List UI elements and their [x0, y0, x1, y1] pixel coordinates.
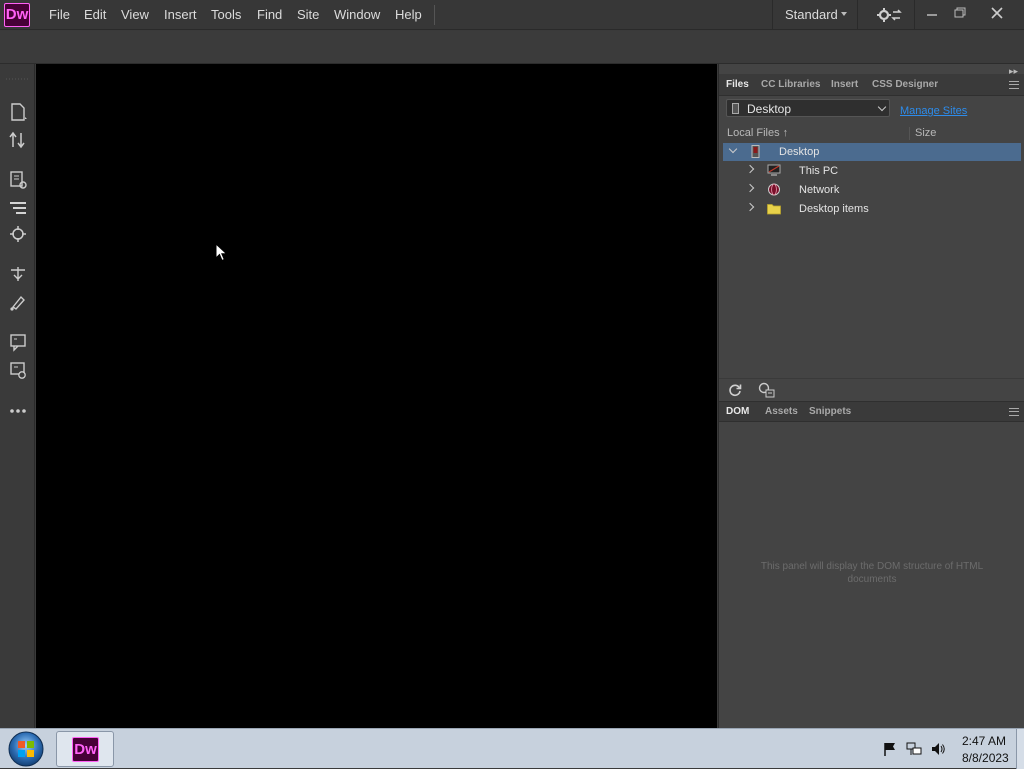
- tab-css-designer[interactable]: CSS Designer: [872, 79, 938, 90]
- menu-divider: [914, 0, 915, 30]
- tree-item-label: Desktop items: [799, 203, 869, 215]
- restore-icon[interactable]: [949, 4, 971, 22]
- desktop-icon: [732, 103, 739, 114]
- action-center-flag-icon[interactable]: [882, 741, 898, 757]
- menu-file[interactable]: File: [49, 7, 70, 22]
- menu-insert[interactable]: Insert: [164, 7, 197, 22]
- tree-item-this-pc[interactable]: This PC: [723, 162, 1021, 180]
- taskbar-dreamweaver-button[interactable]: Dw: [56, 731, 114, 767]
- column-divider: [909, 127, 910, 140]
- panel-menu-icon[interactable]: [1009, 81, 1019, 89]
- menu-find[interactable]: Find: [257, 7, 282, 22]
- files-panel-tabs: Files CC Libraries Insert CSS Designer: [719, 74, 1024, 96]
- code-format-icon[interactable]: [8, 198, 28, 218]
- workspace-switcher[interactable]: Standard: [772, 0, 858, 30]
- clock-time[interactable]: 2:47 AM: [962, 734, 1006, 748]
- minimize-icon[interactable]: [921, 4, 943, 22]
- file-management-icon[interactable]: [8, 130, 28, 150]
- dom-panel-tabs: DOM Assets Snippets: [719, 401, 1024, 422]
- tree-item-label: Network: [799, 184, 840, 196]
- chevron-down-icon[interactable]: [728, 144, 738, 154]
- mouse-pointer-icon: [215, 243, 228, 262]
- document-canvas[interactable]: [36, 64, 717, 728]
- files-panel-footer: [719, 378, 1024, 400]
- menu-help[interactable]: Help: [395, 7, 422, 22]
- menu-view[interactable]: View: [121, 7, 149, 22]
- sync-settings-icon[interactable]: [876, 6, 902, 24]
- tree-item-network[interactable]: Network: [723, 181, 1021, 199]
- panel-menu-icon[interactable]: [1009, 408, 1019, 416]
- tree-item-desktop[interactable]: Desktop: [723, 143, 1021, 161]
- common-toolbar: [0, 64, 35, 728]
- live-view-options-icon[interactable]: [8, 170, 28, 190]
- comment-icon[interactable]: [8, 332, 28, 352]
- site-dropdown-value: Desktop: [747, 102, 792, 116]
- clock-date[interactable]: 8/8/2023: [962, 751, 1009, 765]
- column-local-files[interactable]: Local Files ↑: [727, 127, 788, 139]
- network-status-icon[interactable]: [906, 741, 922, 757]
- open-documents-icon[interactable]: [8, 102, 28, 122]
- folder-icon: [767, 204, 781, 215]
- target-icon[interactable]: [8, 224, 28, 244]
- chevron-down-icon: [841, 12, 847, 16]
- menu-bar: Dw File Edit View Insert Tools Find Site…: [0, 0, 1024, 30]
- tab-assets[interactable]: Assets: [765, 406, 798, 417]
- computer-icon: [767, 164, 781, 176]
- file-list-header: Local Files ↑ Size: [719, 124, 1024, 142]
- site-dropdown[interactable]: Desktop: [726, 99, 890, 117]
- tree-item-desktop-items[interactable]: Desktop items: [723, 200, 1021, 218]
- tree-item-label: Desktop: [779, 146, 820, 158]
- start-button-icon[interactable]: [6, 730, 46, 768]
- app-logo: Dw: [72, 737, 99, 762]
- tab-snippets[interactable]: Snippets: [809, 406, 851, 417]
- volume-icon[interactable]: [930, 741, 946, 757]
- network-icon: [768, 183, 780, 196]
- chevron-right-icon[interactable]: [745, 183, 755, 193]
- manage-sites-link[interactable]: Manage Sites: [900, 105, 967, 117]
- chevron-right-icon[interactable]: [745, 164, 755, 174]
- insert-asset-icon[interactable]: [8, 264, 28, 284]
- connect-remote-icon[interactable]: [758, 382, 775, 398]
- chevron-right-icon[interactable]: [745, 202, 755, 212]
- tab-insert[interactable]: Insert: [831, 79, 858, 90]
- close-icon[interactable]: [986, 4, 1008, 22]
- app-logo: Dw: [4, 3, 30, 27]
- refresh-icon[interactable]: [728, 383, 742, 397]
- paint-icon[interactable]: [8, 292, 28, 312]
- tab-files[interactable]: Files: [726, 79, 749, 90]
- validate-icon[interactable]: [8, 360, 28, 380]
- chevron-down-icon: [877, 102, 887, 112]
- workspace-label: Standard: [785, 7, 838, 22]
- document-toolbar: [0, 31, 1024, 64]
- menu-tools[interactable]: Tools: [211, 7, 241, 22]
- tab-cc-libraries[interactable]: CC Libraries: [761, 79, 820, 90]
- more-tools-icon[interactable]: [8, 401, 28, 421]
- dom-empty-message: This panel will display the DOM structur…: [760, 561, 984, 585]
- tree-item-label: This PC: [799, 165, 839, 177]
- menu-site[interactable]: Site: [297, 7, 319, 22]
- right-panel-dock: ▸▸ Files CC Libraries Insert CSS Designe…: [718, 64, 1024, 728]
- tab-dom[interactable]: DOM: [726, 406, 749, 417]
- column-size[interactable]: Size: [915, 127, 936, 139]
- grip-icon: [6, 78, 30, 80]
- show-desktop-button[interactable]: [1016, 729, 1024, 769]
- taskbar: Dw 2:47 AM 8/8/2023: [0, 728, 1024, 769]
- menu-edit[interactable]: Edit: [84, 7, 106, 22]
- menu-window[interactable]: Window: [334, 7, 380, 22]
- desktop-icon: [751, 145, 760, 158]
- menu-divider: [434, 5, 435, 25]
